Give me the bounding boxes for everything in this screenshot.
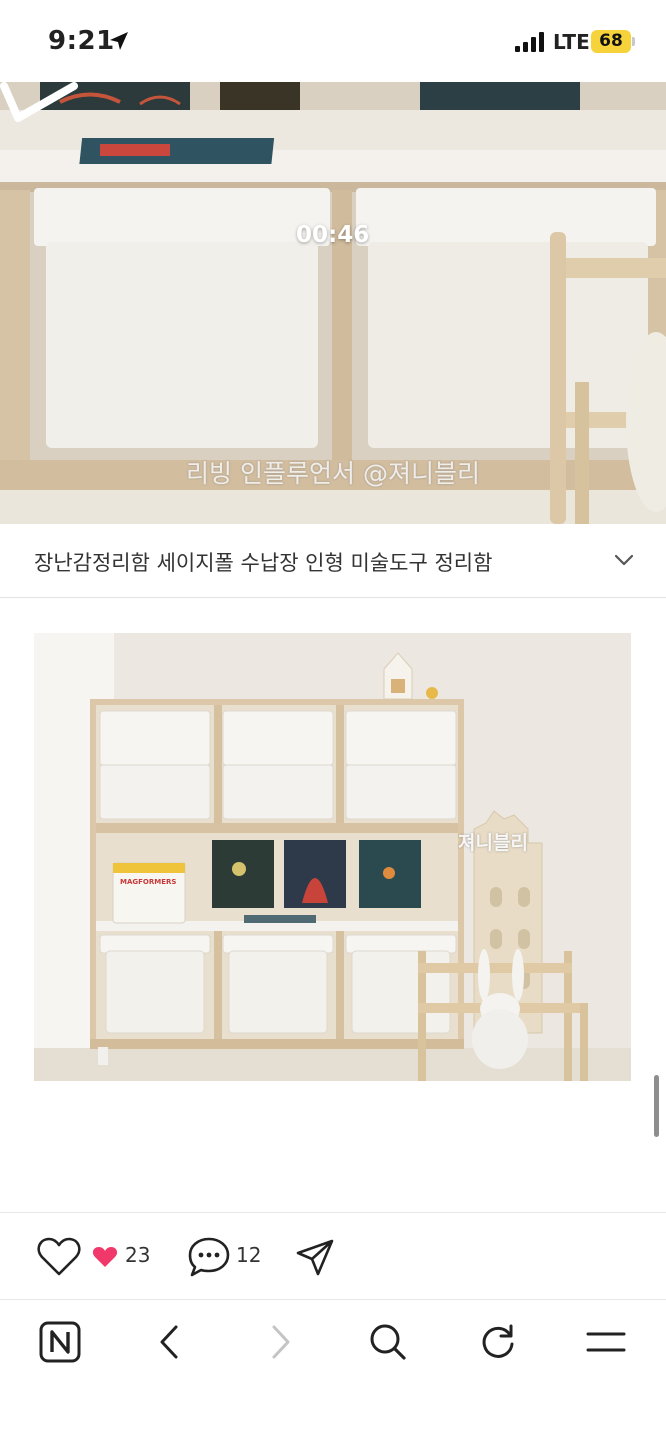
- battery-indicator: 68: [591, 30, 631, 53]
- scrollbar[interactable]: [654, 1075, 659, 1137]
- play-icon[interactable]: [0, 82, 78, 122]
- like-count: 23: [125, 1243, 151, 1267]
- search-icon[interactable]: [364, 1318, 412, 1366]
- video-watermark: 리빙 인플루언서 @져니블리: [186, 459, 480, 488]
- forward-icon[interactable]: [256, 1318, 304, 1366]
- cellular-signal-icon: [515, 32, 544, 52]
- heart-icon[interactable]: [36, 1236, 82, 1278]
- video-duration: 00:46: [296, 222, 370, 248]
- menu-icon[interactable]: [582, 1318, 630, 1366]
- shelf-photo-image: [34, 633, 631, 1081]
- photo-watermark: 져니블리: [458, 832, 528, 854]
- naver-icon[interactable]: [36, 1318, 84, 1366]
- battery-tip: [632, 37, 635, 46]
- share-icon[interactable]: [294, 1237, 336, 1279]
- liked-heart-icon: [92, 1247, 118, 1267]
- refresh-icon[interactable]: [474, 1318, 522, 1366]
- location-arrow-icon: [110, 32, 128, 50]
- post-title-row[interactable]: 장난감정리함 세이지폴 수납장 인형 미술도구 정리함: [0, 524, 666, 598]
- post-title: 장난감정리함 세이지폴 수납장 인형 미술도구 정리함: [34, 551, 493, 575]
- video-player[interactable]: 00:46 리빙 인플루언서 @져니블리: [0, 82, 666, 524]
- comment-icon[interactable]: [187, 1236, 231, 1278]
- chevron-down-icon[interactable]: [612, 548, 636, 572]
- comment-count: 12: [236, 1243, 262, 1267]
- network-type: LTE: [553, 30, 590, 54]
- status-bar: 9:21 LTE 68: [0, 0, 666, 82]
- box-label: MAGFORMERS: [120, 878, 177, 886]
- back-icon[interactable]: [146, 1318, 194, 1366]
- status-time: 9:21: [48, 26, 115, 56]
- browser-toolbar: [0, 1300, 666, 1440]
- post-photo[interactable]: 져니블리 MAGFORMERS: [34, 633, 631, 1081]
